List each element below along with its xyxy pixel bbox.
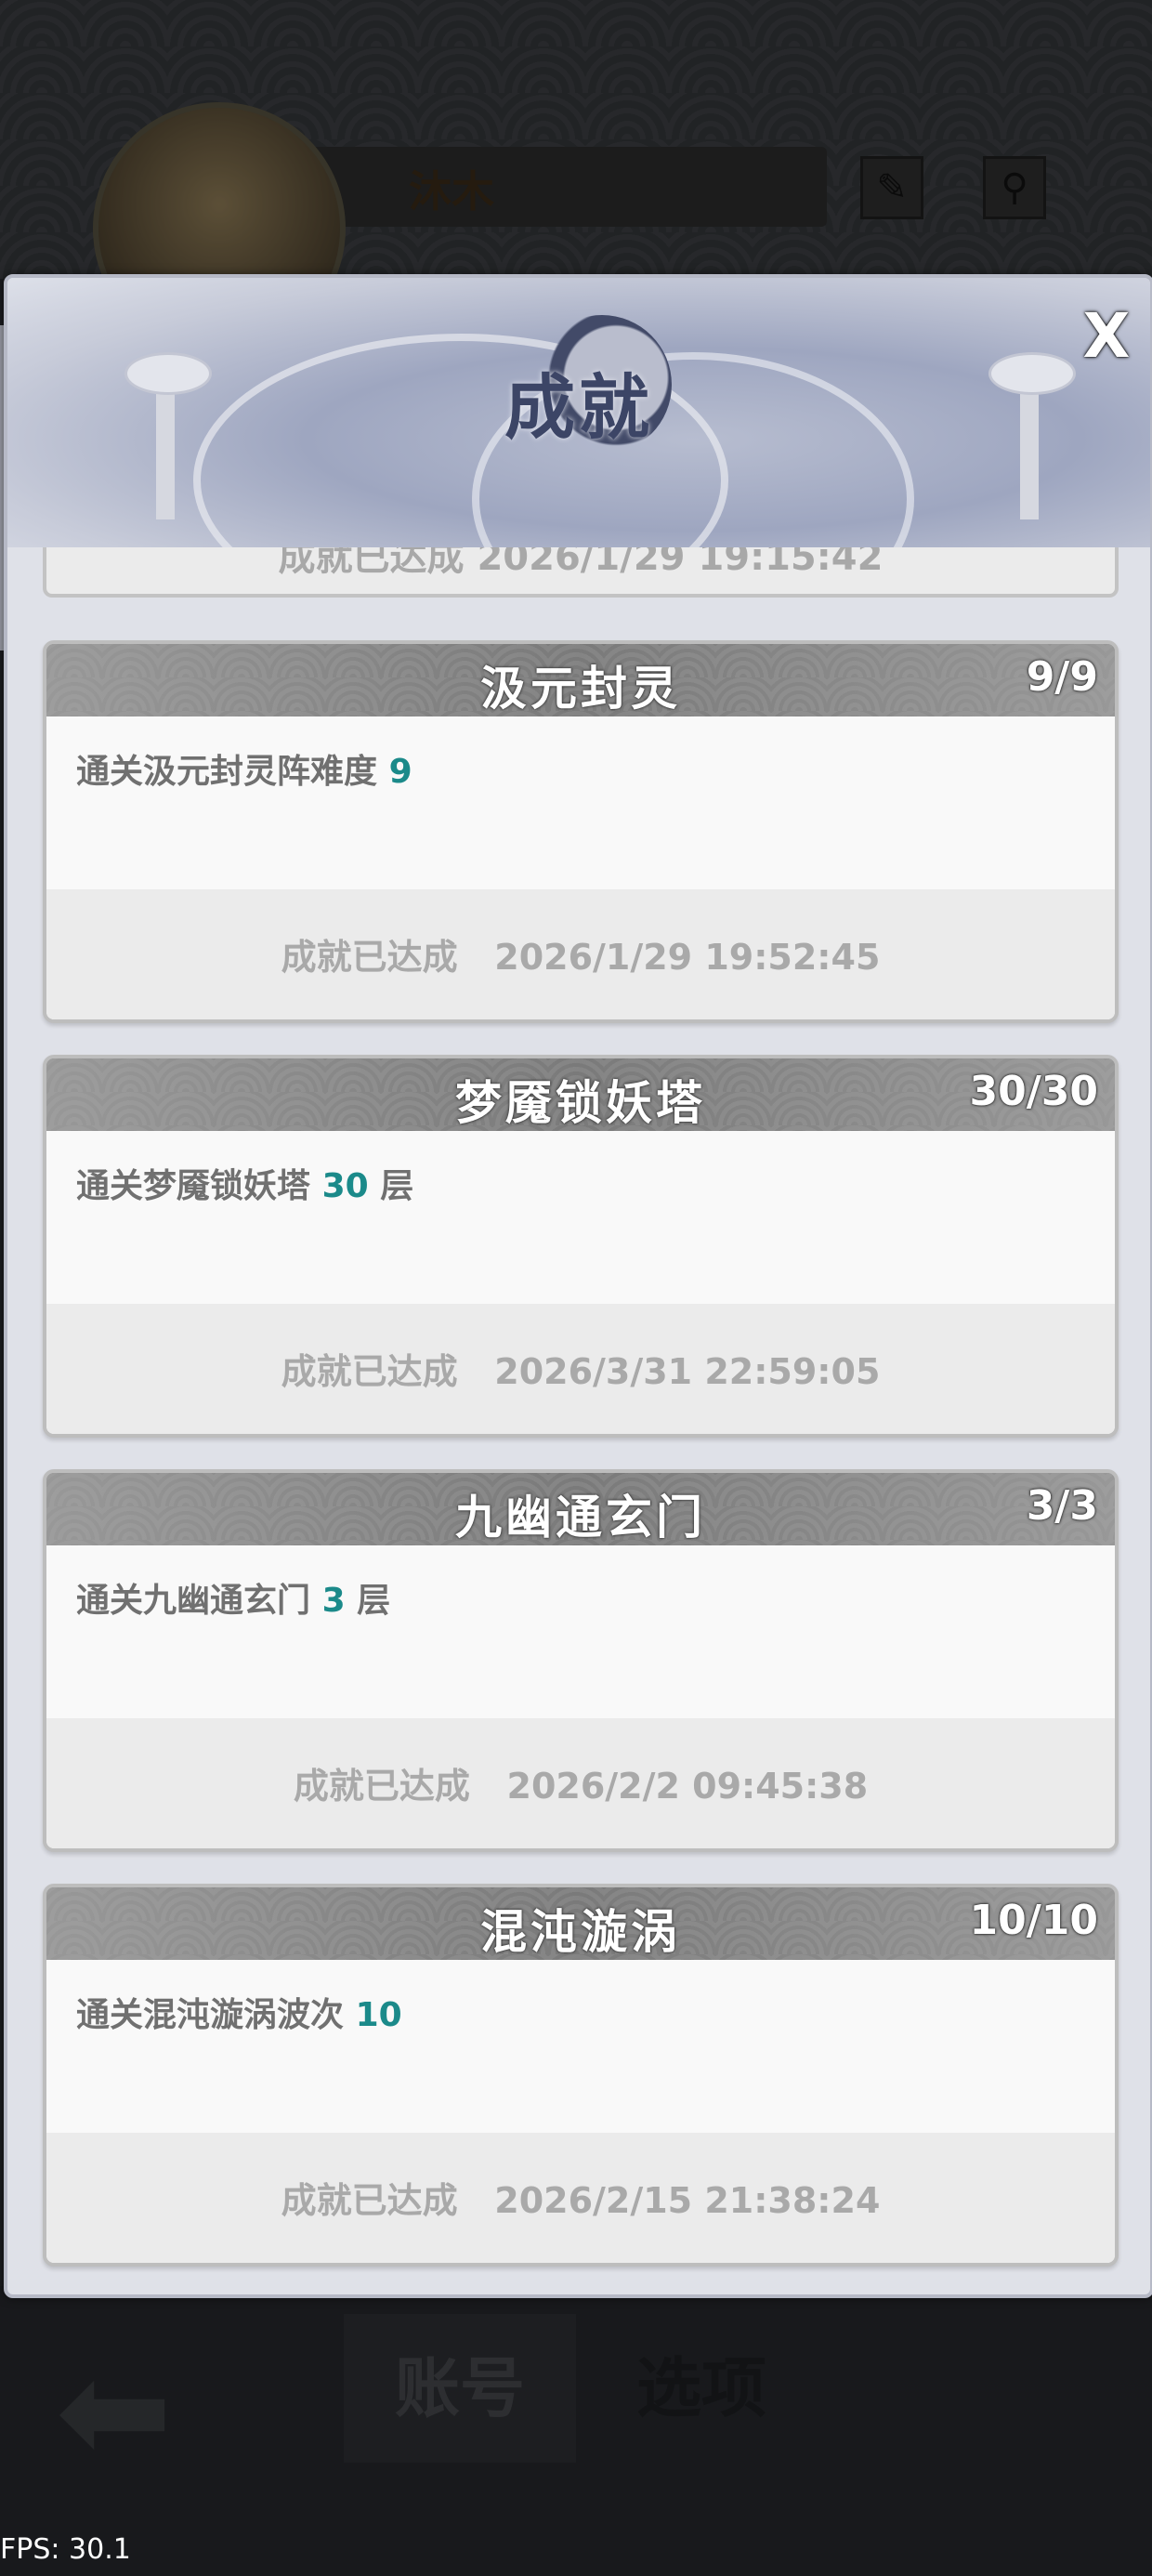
achievement-progress: 3/3 (1026, 1482, 1098, 1530)
modal-header: 成就 X (7, 278, 1150, 547)
achievement-title: 九幽通玄门 (455, 1490, 706, 1544)
desc-suffix: 层 (357, 1582, 391, 1620)
achievement-description: 通关九幽通玄门 3 层 (76, 1573, 390, 1622)
achievement-title: 梦魇锁妖塔 (455, 1075, 706, 1130)
achievement-card: 梦魇锁妖塔 30/30 通关梦魇锁妖塔 30 层 成就已达成 2026/3/31… (43, 1055, 1119, 1438)
achievement-status: 成就已达成 2026/1/29 19:15:42 (278, 547, 884, 579)
desc-text: 通关九幽通玄门 (76, 1582, 311, 1620)
achievement-progress: 9/9 (1026, 653, 1098, 701)
achievement-card: 汲元封灵 9/9 通关汲元封灵阵难度 9 成就已达成 2026/1/29 19:… (43, 640, 1119, 1023)
desc-suffix: 层 (380, 1167, 414, 1205)
desc-number: 3 (321, 1582, 346, 1620)
card-footer: 成就已达成 2026/3/31 22:59:05 (46, 1304, 1115, 1434)
card-footer: 成就已达成 2026/1/29 19:52:45 (46, 889, 1115, 1019)
achievement-description: 通关汲元封灵阵难度 9 (76, 744, 412, 793)
achievement-card-partial: 成就已达成 2026/1/29 19:15:42 (43, 547, 1119, 598)
desc-number: 10 (355, 1996, 402, 2034)
card-footer: 成就已达成 2026/2/15 21:38:24 (46, 2133, 1115, 2263)
card-footer: 成就已达成 2026/2/2 09:45:38 (46, 1718, 1115, 1848)
achievement-title: 混沌漩涡 (480, 1904, 681, 1959)
desc-text: 通关混沌漩涡波次 (76, 1996, 345, 2034)
close-button[interactable]: X (1076, 306, 1137, 367)
achievement-status: 成就已达成 2026/3/31 22:59:05 (281, 1351, 881, 1392)
achievement-description: 通关混沌漩涡波次 10 (76, 1988, 402, 2036)
achievement-status: 成就已达成 2026/2/15 21:38:24 (281, 2180, 881, 2221)
achievement-progress: 30/30 (969, 1068, 1098, 1115)
achievement-card: 九幽通玄门 3/3 通关九幽通玄门 3 层 成就已达成 2026/2/2 09:… (43, 1469, 1119, 1852)
achievement-status: 成就已达成 2026/1/29 19:52:45 (281, 937, 881, 978)
desc-text: 通关梦魇锁妖塔 (76, 1167, 311, 1205)
desc-number: 9 (388, 753, 412, 791)
desc-text: 通关汲元封灵阵难度 (76, 753, 378, 791)
modal-title: 成就 (504, 366, 653, 449)
card-body: 通关混沌漩涡波次 10 (46, 1960, 1115, 2133)
desc-number: 30 (321, 1167, 369, 1205)
fps-counter: FPS: 30.1 (0, 2533, 131, 2566)
achievement-status: 成就已达成 2026/2/2 09:45:38 (293, 1766, 869, 1807)
achievement-modal: 成就 X 成就已达成 2026/1/29 19:15:42 汲元封灵 9/9 通… (4, 274, 1152, 2298)
achievement-progress: 10/10 (969, 1897, 1098, 1944)
card-body: 通关梦魇锁妖塔 30 层 (46, 1131, 1115, 1304)
card-body: 通关九幽通玄门 3 层 (46, 1545, 1115, 1718)
achievement-title: 汲元封灵 (480, 661, 681, 716)
card-body: 通关汲元封灵阵难度 9 (46, 716, 1115, 889)
achievement-card: 混沌漩涡 10/10 通关混沌漩涡波次 10 成就已达成 2026/2/15 2… (43, 1884, 1119, 2267)
achievement-description: 通关梦魇锁妖塔 30 层 (76, 1159, 413, 1207)
achievement-list[interactable]: 成就已达成 2026/1/29 19:15:42 汲元封灵 9/9 通关汲元封灵… (7, 547, 1150, 2285)
